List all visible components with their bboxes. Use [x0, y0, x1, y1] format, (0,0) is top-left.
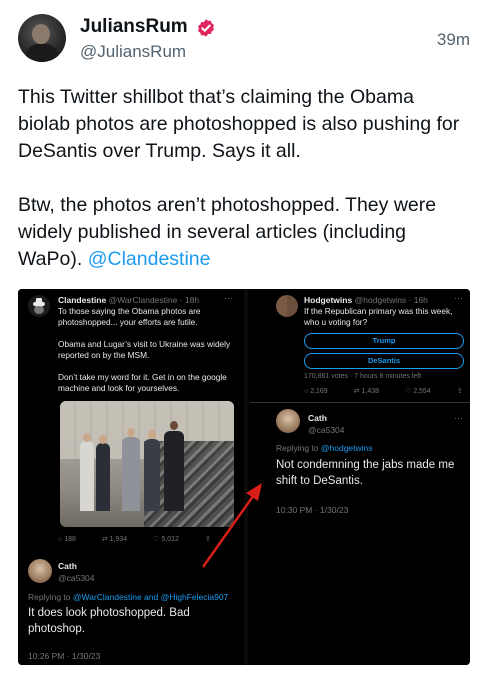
- photo-head-5: [170, 421, 178, 430]
- retweet-count: 1,438: [361, 388, 380, 395]
- photo-person-4: [144, 439, 160, 511]
- replying-to-label: Replying to @WarClandestine and @HighFel…: [28, 592, 228, 602]
- left-screenshot-panel: Clandestine @WarClandestine · 18h ··· To…: [18, 289, 242, 665]
- poll-option-trump[interactable]: Trump: [304, 333, 464, 349]
- cath-reply-time: 10:26 PM · 1/30/23: [28, 651, 101, 661]
- replying-to-handles[interactable]: @WarClandestine and @HighFelecia907: [73, 592, 228, 602]
- cath-avatar: [276, 409, 300, 433]
- tweet-paragraph-1: This Twitter shillbot that’s claiming th…: [18, 86, 460, 162]
- share-icon[interactable]: ⇪: [205, 536, 211, 543]
- more-icon: ···: [224, 293, 233, 303]
- cath-reply-time: 10:30 PM · 1/30/23: [276, 505, 349, 515]
- tweet-media-image[interactable]: Clandestine @WarClandestine · 18h ··· To…: [18, 289, 470, 665]
- clandestine-name: Clandestine @WarClandestine · 18h: [58, 295, 199, 305]
- retweet-count-icon[interactable]: ⇄ 1,438: [354, 388, 391, 395]
- cath-avatar: [28, 559, 52, 583]
- poll-option-desantis[interactable]: DeSantis: [304, 353, 464, 369]
- author-avatar[interactable]: [18, 14, 66, 62]
- clandestine-avatar: [28, 295, 50, 317]
- retweet-count-icon[interactable]: ⇄ 1,934: [102, 536, 139, 543]
- author-handle[interactable]: @JuliansRum: [80, 42, 186, 62]
- like-count: 5,012: [161, 536, 179, 543]
- replying-to-label: Replying to @hodgetwins: [276, 443, 373, 453]
- hodgetwins-meta: @hodgetwins · 16h: [354, 295, 428, 305]
- hodgetwins-actions: ○ 2,169 ⇄ 1,438 ♡ 2,554 ⇪: [304, 387, 470, 395]
- clandestine-tweet-body: To those saying the Obama photos are pho…: [58, 306, 236, 405]
- cath-handle: @ca5304: [308, 425, 345, 435]
- like-count-icon[interactable]: ♡ 2,554: [405, 388, 443, 395]
- reply-count-icon[interactable]: ○ 188: [58, 536, 88, 543]
- photo-head-3: [127, 428, 135, 437]
- clandestine-body-1: To those saying the Obama photos are pho…: [58, 306, 201, 327]
- author-display-name[interactable]: JuliansRum: [80, 16, 188, 38]
- cath-handle: @ca5304: [58, 573, 95, 583]
- like-count: 2,554: [413, 388, 431, 395]
- photo-head-4: [148, 430, 156, 439]
- tweet-paragraph-2-text: Btw, the photos aren’t photoshopped. The…: [18, 194, 437, 270]
- cath-reply-text: Not condemning the jabs made me shift to…: [276, 459, 455, 487]
- cath-name: Cath: [58, 561, 77, 571]
- avatar-body: [26, 44, 58, 62]
- photo-head-2: [99, 435, 107, 444]
- tweet-body: This Twitter shillbot that’s claiming th…: [18, 84, 470, 300]
- hodgetwins-avatar: [276, 295, 298, 317]
- replying-to-prefix: Replying to: [276, 443, 321, 453]
- reply-count-icon[interactable]: ○ 2,169: [304, 388, 340, 395]
- like-count-icon[interactable]: ♡ 5,012: [153, 536, 191, 543]
- panel-divider: [244, 289, 248, 665]
- photo-person-2: [96, 443, 110, 511]
- clandestine-body-2: Obama and Lugar’s visit to Ukraine was w…: [58, 339, 231, 360]
- mention-link[interactable]: @Clandestine: [88, 248, 211, 270]
- replying-to-prefix: Replying to: [28, 592, 73, 602]
- cath-name: Cath: [308, 413, 327, 423]
- clandestine-display-name: Clandestine: [58, 295, 107, 305]
- hodgetwins-tweet-body: If the Republican primary was this week,…: [304, 306, 453, 327]
- photo-person-5: [164, 431, 184, 511]
- replying-to-handle[interactable]: @hodgetwins: [321, 443, 373, 453]
- more-icon: ···: [454, 293, 463, 303]
- clandestine-meta: @WarClandestine · 18h: [108, 295, 200, 305]
- more-icon: ···: [454, 413, 463, 423]
- reply-count: 2,169: [310, 388, 328, 395]
- reply-count: 188: [64, 536, 76, 543]
- clandestine-body-3: Don’t take my word for it. Get in on the…: [58, 372, 227, 393]
- separator-line: [250, 402, 470, 403]
- verified-badge-icon: [198, 19, 214, 37]
- retweet-count: 1,934: [109, 536, 128, 543]
- hodgetwins-name: Hodgetwins @hodgetwins · 16h: [304, 295, 428, 305]
- avatar-face: [32, 24, 50, 44]
- tweet-timestamp[interactable]: 39m: [437, 30, 470, 50]
- photo-person-1: [80, 441, 94, 511]
- photo-head-1: [83, 433, 91, 442]
- poll-meta: 170,861 votes · 7 hours 8 minutes left: [304, 373, 422, 380]
- tweet-header: JuliansRum @JuliansRum 39m: [18, 14, 470, 64]
- obama-lugar-photo: [60, 401, 234, 527]
- clandestine-actions: ○ 188 ⇄ 1,934 ♡ 5,012 ⇪: [58, 535, 223, 543]
- photo-person-3: [122, 437, 140, 511]
- share-icon[interactable]: ⇪: [457, 388, 463, 395]
- cath-reply-text: It does look photoshopped. Bad photoshop…: [28, 607, 190, 635]
- tweet-paragraph-2: Btw, the photos aren’t photoshopped. The…: [18, 192, 470, 273]
- right-screenshot-panel: Hodgetwins @hodgetwins · 16h ··· If the …: [250, 289, 470, 665]
- hodgetwins-display-name: Hodgetwins: [304, 295, 353, 305]
